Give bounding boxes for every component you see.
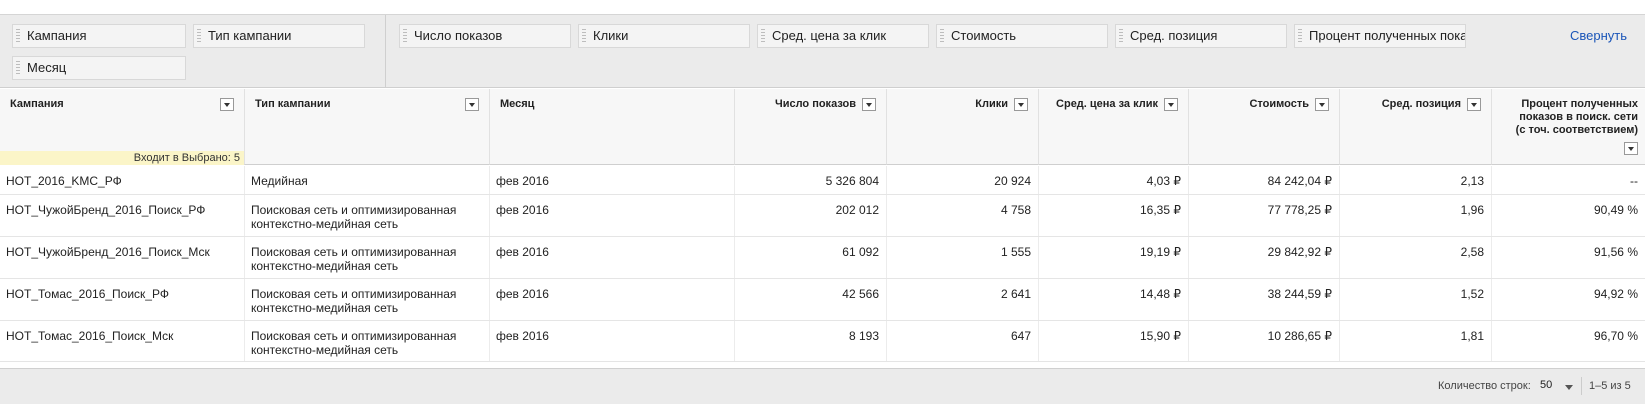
cell-month: фев 2016 <box>490 279 735 320</box>
column-menu-button[interactable] <box>1624 142 1638 155</box>
column-header-month: Месяц <box>490 89 735 165</box>
header-label: Сред. позиция <box>1381 98 1461 110</box>
table-footer: Количество строк: 50 1–5 из 5 <box>0 368 1645 404</box>
cell-clicks: 1 555 <box>887 237 1039 278</box>
cell-impressions: 202 012 <box>735 195 887 236</box>
cell-avg-cpc: 15,90 ₽ <box>1039 321 1189 361</box>
cell-campaign-type: Поисковая сеть и оптимизированная контек… <box>245 321 490 361</box>
row-chip-month[interactable]: Месяц <box>12 56 186 80</box>
header-label: Процент полученных показов в поиск. сети… <box>1515 98 1638 136</box>
row-chip-campaign-type[interactable]: Тип кампании <box>193 24 365 48</box>
metric-chip-impressions[interactable]: Число показов <box>399 24 571 48</box>
pivot-divider <box>385 15 386 88</box>
cell-clicks: 4 758 <box>887 195 1039 236</box>
table-row[interactable]: HOT_Томас_2016_Поиск_Мск Поисковая сеть и… <box>0 321 1645 362</box>
cell-clicks: 647 <box>887 321 1039 361</box>
rows-per-page-select[interactable]: 50 <box>1540 379 1552 391</box>
cell-avg-cpc: 19,19 ₽ <box>1039 237 1189 278</box>
cell-clicks: 20 924 <box>887 166 1039 194</box>
cell-avg-cpc: 4,03 ₽ <box>1039 166 1189 194</box>
cell-cost: 29 842,92 ₽ <box>1189 237 1340 278</box>
cell-impressions: 8 193 <box>735 321 887 361</box>
header-label: Сред. цена за клик <box>1056 98 1158 110</box>
cell-impressions: 5 326 804 <box>735 166 887 194</box>
metric-chip-clicks[interactable]: Клики <box>578 24 750 48</box>
cell-avg-cpc: 16,35 ₽ <box>1039 195 1189 236</box>
table-row[interactable]: HOT_ЧужойБренд_2016_Поиск_Мск Поисковая с… <box>0 237 1645 279</box>
cell-avg-position: 2,13 <box>1340 166 1492 194</box>
header-label: Кампания <box>10 98 64 110</box>
cell-impression-share: 96,70 % <box>1593 329 1638 343</box>
column-menu-button[interactable] <box>1467 98 1481 111</box>
cell-cost: 38 244,59 ₽ <box>1189 279 1340 320</box>
cell-campaign: HOT_Томас_2016_Поиск_Мск <box>0 321 245 361</box>
header-label: Тип кампании <box>255 98 331 110</box>
column-menu-button[interactable] <box>1014 98 1028 111</box>
cell-impressions: 61 092 <box>735 237 887 278</box>
metric-chip-impression-share[interactable]: Процент полученных пока <box>1294 24 1466 48</box>
cell-campaign-type: Поисковая сеть и оптимизированная контек… <box>245 237 490 278</box>
cell-avg-position: 1,81 <box>1340 321 1492 361</box>
table-row[interactable]: HOT_Томас_2016_Поиск_РФ Поисковая сеть и … <box>0 279 1645 321</box>
pivot-panel: Кампания Тип кампании Месяц Число показо… <box>0 14 1645 88</box>
column-header-clicks: Клики <box>887 89 1039 165</box>
cell-campaign-type: Поисковая сеть и оптимизированная контек… <box>245 279 490 320</box>
cell-month: фев 2016 <box>490 195 735 236</box>
column-header-campaign-type: Тип кампании <box>245 89 490 165</box>
cell-avg-position: 2,58 <box>1340 237 1492 278</box>
cell-month: фев 2016 <box>490 321 735 361</box>
column-menu-button[interactable] <box>862 98 876 111</box>
cell-impression-share: -- <box>1630 174 1638 188</box>
cell-avg-cpc: 14,48 ₽ <box>1039 279 1189 320</box>
cell-impression-share: 91,56 % <box>1593 245 1638 259</box>
column-menu-button[interactable] <box>1164 98 1178 111</box>
column-header-avg-position: Сред. позиция <box>1340 89 1492 165</box>
cell-campaign: HOT_ЧужойБренд_2016_Поиск_Мск <box>0 237 245 278</box>
cell-avg-position: 1,96 <box>1340 195 1492 236</box>
cell-cost: 10 286,65 ₽ <box>1189 321 1340 361</box>
cell-campaign: HOT_Томас_2016_Поиск_РФ <box>0 279 245 320</box>
collapse-link[interactable]: Свернуть <box>1570 28 1627 43</box>
metric-chip-avg-position[interactable]: Сред. позиция <box>1115 24 1287 48</box>
table-row[interactable]: HOT_ЧужойБренд_2016_Поиск_РФ Поисковая се… <box>0 195 1645 237</box>
column-menu-button[interactable] <box>220 98 234 111</box>
cell-campaign: HOT_2016_KMC_РФ <box>0 166 245 194</box>
cell-campaign-type: Медийная <box>245 166 490 194</box>
pager-divider <box>1581 377 1582 395</box>
header-label: Месяц <box>500 98 535 110</box>
header-label: Число показов <box>774 98 856 110</box>
cell-campaign-type: Поисковая сеть и оптимизированная контек… <box>245 195 490 236</box>
header-label: Клики <box>975 98 1008 110</box>
column-header-cost: Стоимость <box>1189 89 1340 165</box>
column-menu-button[interactable] <box>465 98 479 111</box>
metric-chip-avg-cpc[interactable]: Сред. цена за клик <box>757 24 929 48</box>
table-row[interactable]: HOT_2016_KMC_РФ Медийная фев 2016 5 326 804… <box>0 166 1645 195</box>
cell-impression-share: 90,49 % <box>1593 203 1638 217</box>
rows-per-page-label: Количество строк: <box>1438 380 1531 392</box>
included-selected-badge: Входит в Выбрано: 5 <box>0 151 244 165</box>
cell-cost: 77 778,25 ₽ <box>1189 195 1340 236</box>
cell-cost: 84 242,04 ₽ <box>1189 166 1340 194</box>
metric-chip-cost[interactable]: Стоимость <box>936 24 1108 48</box>
cell-month: фев 2016 <box>490 166 735 194</box>
cell-avg-position: 1,52 <box>1340 279 1492 320</box>
column-menu-button[interactable] <box>1315 98 1329 111</box>
header-label: Стоимость <box>1249 98 1309 110</box>
column-header-impression-share: Процент полученных показов в поиск. сети… <box>1492 89 1645 165</box>
cell-clicks: 2 641 <box>887 279 1039 320</box>
cell-impression-share: 94,92 % <box>1593 287 1638 301</box>
column-header-campaign: Кампания Входит в Выбрано: 5 <box>0 89 245 165</box>
cell-campaign: HOT_ЧужойБренд_2016_Поиск_РФ <box>0 195 245 236</box>
column-header-impressions: Число показов <box>735 89 887 165</box>
cell-month: фев 2016 <box>490 237 735 278</box>
chevron-down-icon[interactable] <box>1565 385 1573 390</box>
column-header-avg-cpc: Сред. цена за клик <box>1039 89 1189 165</box>
pagination-status: 1–5 из 5 <box>1589 380 1631 392</box>
cell-impressions: 42 566 <box>735 279 887 320</box>
row-chip-campaign[interactable]: Кампания <box>12 24 186 48</box>
